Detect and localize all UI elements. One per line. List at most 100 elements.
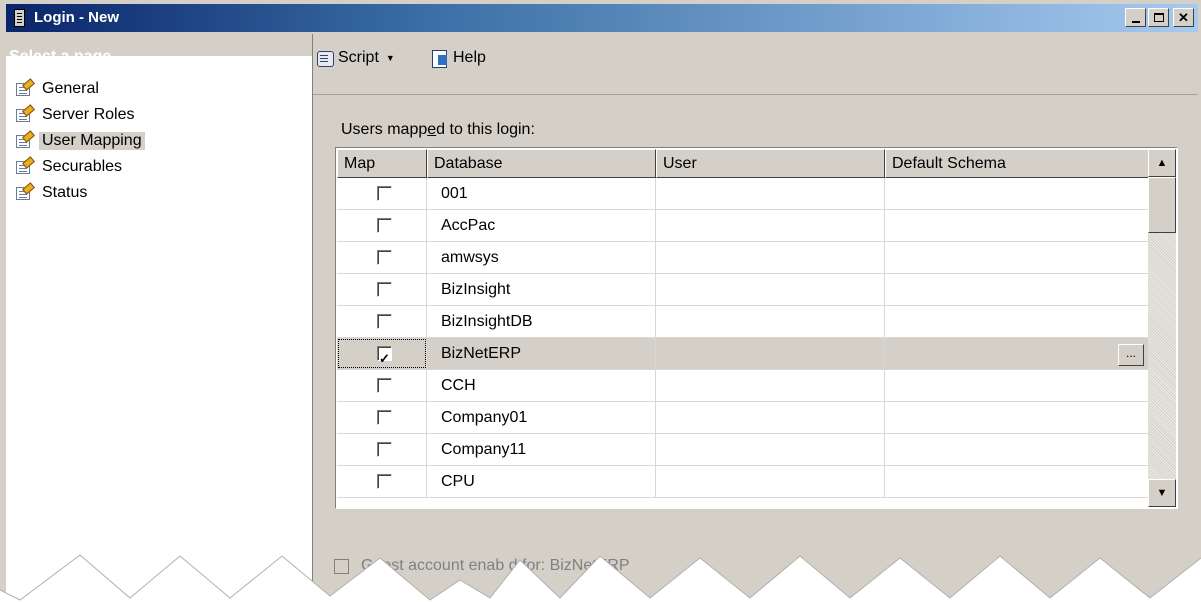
user-cell[interactable]: [656, 306, 885, 337]
database-cell[interactable]: amwsys: [427, 242, 656, 273]
table-row[interactable]: Company11: [337, 434, 1150, 466]
table-row[interactable]: 001: [337, 178, 1150, 210]
user-cell[interactable]: [656, 370, 885, 401]
page-item-user-mapping[interactable]: User Mapping: [16, 128, 145, 154]
database-cell[interactable]: CPU: [427, 466, 656, 497]
default-schema-cell[interactable]: [885, 402, 1150, 433]
default-schema-cell[interactable]: [885, 210, 1150, 241]
script-button[interactable]: Script ▼: [316, 49, 395, 67]
table-row[interactable]: AccPac: [337, 210, 1150, 242]
map-checkbox[interactable]: [377, 314, 392, 329]
default-schema-cell[interactable]: [885, 242, 1150, 273]
map-cell[interactable]: [337, 242, 427, 273]
login-dialog-window: Login - New ✕ Select a page General Serve…: [0, 0, 1201, 603]
window-title: Login - New: [34, 9, 119, 26]
map-checkbox[interactable]: [377, 474, 392, 489]
page-item-server-roles[interactable]: Server Roles: [16, 102, 145, 128]
map-checkbox[interactable]: [377, 250, 392, 265]
user-cell[interactable]: [656, 338, 885, 369]
map-cell[interactable]: [337, 210, 427, 241]
page-item-label: General: [42, 80, 99, 97]
default-schema-cell[interactable]: [885, 178, 1150, 209]
database-cell[interactable]: BizInsight: [427, 274, 656, 305]
user-mapping-panel: Users mapped to this login: Map Database…: [313, 95, 1198, 603]
column-header-user[interactable]: User: [656, 149, 885, 178]
map-checkbox[interactable]: [377, 186, 392, 201]
default-schema-cell[interactable]: [885, 466, 1150, 497]
map-cell[interactable]: [337, 370, 427, 401]
page-icon: [16, 156, 35, 175]
database-cell[interactable]: BizInsightDB: [427, 306, 656, 337]
default-schema-cell[interactable]: [885, 434, 1150, 465]
map-cell[interactable]: [337, 306, 427, 337]
map-cell[interactable]: [337, 466, 427, 497]
map-checkbox[interactable]: [377, 410, 392, 425]
chevron-down-icon[interactable]: ▼: [386, 53, 395, 63]
page-item-label: Securables: [42, 158, 123, 175]
caption-buttons: ✕: [1125, 8, 1194, 27]
column-header-map[interactable]: Map: [337, 149, 427, 178]
page-item-general[interactable]: General: [16, 76, 145, 102]
maximize-button[interactable]: [1148, 8, 1169, 27]
user-cell[interactable]: [656, 434, 885, 465]
users-mapped-grid[interactable]: Map Database User Default Schema 001 AccP…: [335, 147, 1178, 509]
page-selector-title: Select a page: [9, 48, 112, 65]
vertical-scrollbar[interactable]: ▲ ▼: [1148, 149, 1176, 507]
database-cell[interactable]: Company11: [427, 434, 656, 465]
database-cell[interactable]: BizNetERP: [427, 338, 656, 369]
map-checkbox[interactable]: [377, 378, 392, 393]
close-icon: ✕: [1178, 10, 1189, 25]
scroll-thumb[interactable]: [1148, 177, 1176, 233]
map-checkbox[interactable]: [377, 218, 392, 233]
title-bar[interactable]: Login - New ✕: [6, 4, 1198, 32]
database-cell[interactable]: CCH: [427, 370, 656, 401]
map-checkbox[interactable]: [377, 282, 392, 297]
user-cell[interactable]: [656, 466, 885, 497]
user-cell[interactable]: [656, 178, 885, 209]
default-schema-cell[interactable]: ...: [885, 338, 1150, 369]
grid-label-accelerator: e: [427, 121, 437, 138]
page-item-status[interactable]: Status: [16, 180, 145, 206]
table-row[interactable]: BizInsight: [337, 274, 1150, 306]
table-row[interactable]: Company01: [337, 402, 1150, 434]
database-cell[interactable]: AccPac: [427, 210, 656, 241]
page-item-securables[interactable]: Securables: [16, 154, 145, 180]
scroll-down-button[interactable]: ▼: [1148, 479, 1176, 507]
guest-account-option: Guest account enab d for: BizNetERP: [334, 557, 630, 575]
map-checkbox[interactable]: [377, 343, 392, 374]
default-schema-cell[interactable]: [885, 274, 1150, 305]
map-cell[interactable]: [337, 178, 427, 209]
table-row[interactable]: CPU: [337, 466, 1150, 498]
table-row[interactable]: BizNetERP...: [337, 338, 1150, 374]
table-row[interactable]: amwsys: [337, 242, 1150, 274]
table-row[interactable]: CCH: [337, 370, 1150, 402]
default-schema-cell[interactable]: [885, 370, 1150, 401]
guest-account-checkbox: [334, 558, 349, 574]
minimize-button[interactable]: [1125, 8, 1146, 27]
help-button[interactable]: Help: [431, 49, 486, 68]
user-cell[interactable]: [656, 274, 885, 305]
user-cell[interactable]: [656, 210, 885, 241]
arrow-up-icon: ▲: [1156, 157, 1168, 169]
default-schema-cell[interactable]: [885, 306, 1150, 337]
user-cell[interactable]: [656, 402, 885, 433]
database-cell[interactable]: 001: [427, 178, 656, 209]
user-cell[interactable]: [656, 242, 885, 273]
map-checkbox[interactable]: [377, 442, 392, 457]
map-cell[interactable]: [337, 402, 427, 433]
database-cell[interactable]: Company01: [427, 402, 656, 433]
script-icon: [316, 49, 334, 67]
scroll-up-button[interactable]: ▲: [1148, 149, 1176, 177]
column-header-database[interactable]: Database: [427, 149, 656, 178]
map-cell[interactable]: [337, 274, 427, 305]
map-cell[interactable]: [337, 338, 427, 374]
table-row[interactable]: BizInsightDB: [337, 306, 1150, 338]
close-button[interactable]: ✕: [1173, 8, 1194, 27]
grid-label-suffix: d to this login:: [436, 121, 535, 138]
map-cell[interactable]: [337, 434, 427, 465]
page-item-label: Server Roles: [42, 106, 135, 123]
browse-schema-button[interactable]: ...: [1118, 344, 1144, 366]
column-header-default-schema[interactable]: Default Schema: [885, 149, 1150, 178]
page-icon: [16, 130, 35, 149]
page-item-label: User Mapping: [39, 132, 145, 150]
